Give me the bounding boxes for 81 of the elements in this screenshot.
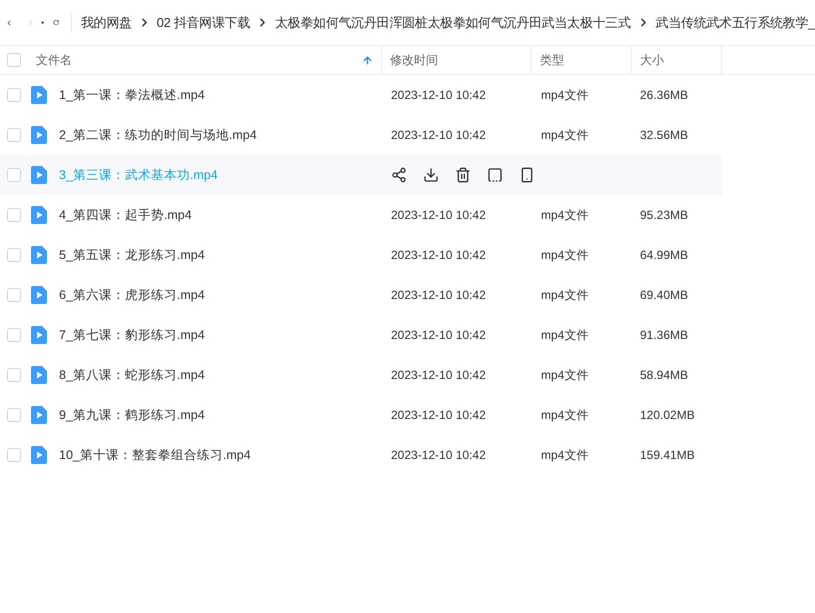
file-size: 120.02MB xyxy=(639,407,696,424)
file-name[interactable]: 10_第十课：整套拳组合练习.mp4 xyxy=(59,446,251,464)
download-icon[interactable] xyxy=(423,167,439,183)
file-name[interactable]: 2_第二课：练功的时间与场地.mp4 xyxy=(59,126,257,144)
share-icon[interactable] xyxy=(391,167,407,183)
file-type: mp4文件 xyxy=(540,407,590,424)
rename-icon[interactable] xyxy=(487,167,503,183)
file-row[interactable]: 5_第五课：龙形练习.mp4 2023-12-10 10:42 mp4文件 64.99MB xyxy=(0,235,722,275)
video-file-icon xyxy=(31,166,47,184)
video-file-icon xyxy=(31,286,47,304)
file-name[interactable]: 8_第八课：蛇形练习.mp4 xyxy=(59,366,205,384)
checkbox[interactable] xyxy=(7,328,21,342)
file-row[interactable]: 9_第九课：鹤形练习.mp4 2023-12-10 10:42 mp4文件 120.02MB xyxy=(0,395,722,435)
checkbox[interactable] xyxy=(7,208,21,222)
file-name[interactable]: 5_第五课：龙形练习.mp4 xyxy=(59,246,205,264)
breadcrumb-link[interactable]: 武当传统武术五行系统教学_ xyxy=(656,12,815,32)
file-type: mp4文件 xyxy=(540,87,590,104)
delete-icon[interactable] xyxy=(455,167,471,183)
file-name[interactable]: 1_第一课：拳法概述.mp4 xyxy=(59,86,205,104)
video-file-icon xyxy=(31,86,47,104)
checkbox[interactable] xyxy=(7,128,21,142)
file-row[interactable]: 6_第六课：虎形练习.mp4 2023-12-10 10:42 mp4文件 69.40MB xyxy=(0,275,722,315)
modified-date: 2023-12-10 10:42 xyxy=(390,207,487,224)
column-header[interactable]: 大小 xyxy=(632,46,722,74)
file-row[interactable]: 10_第十课：整套拳组合练习.mp4 2023-12-10 10:42 mp4文件 159.41MB xyxy=(0,435,722,475)
file-type: mp4文件 xyxy=(540,287,590,304)
phone-icon[interactable] xyxy=(519,167,535,183)
file-size: 58.94MB xyxy=(639,367,690,384)
file-type: mp4文件 xyxy=(540,327,590,344)
file-size: 95.23MB xyxy=(639,207,690,224)
breadcrumb-link[interactable]: 我的网盘 xyxy=(80,12,132,32)
dropdown-icon[interactable] xyxy=(41,20,44,26)
video-file-icon xyxy=(31,126,47,144)
checkbox[interactable] xyxy=(7,288,21,302)
video-file-icon xyxy=(31,366,47,384)
breadcrumb-link[interactable]: 02 抖音网课下载 xyxy=(156,12,250,32)
file-name[interactable]: 7_第七课：豹形练习.mp4 xyxy=(59,326,205,344)
column-header[interactable]: 修改时间 xyxy=(382,46,532,74)
video-file-icon xyxy=(31,406,47,424)
video-file-icon xyxy=(31,246,47,264)
file-name[interactable]: 4_第四课：起手势.mp4 xyxy=(59,206,192,224)
file-name[interactable]: 6_第六课：虎形练习.mp4 xyxy=(59,286,205,304)
video-file-icon xyxy=(31,446,47,464)
modified-date: 2023-12-10 10:42 xyxy=(390,127,487,144)
breadcrumb-link[interactable]: 太极拳如何气沉丹田浑圆桩太极拳如何气沉丹田武当太极十三式 xyxy=(275,12,631,32)
file-type: mp4文件 xyxy=(540,447,590,464)
checkbox[interactable] xyxy=(7,248,21,262)
file-type: mp4文件 xyxy=(540,247,590,264)
file-row[interactable]: 7_第七课：豹形练习.mp4 2023-12-10 10:42 mp4文件 91.36MB xyxy=(0,315,722,355)
video-file-icon xyxy=(31,326,47,344)
checkbox[interactable] xyxy=(7,168,21,182)
checkbox[interactable] xyxy=(7,368,21,382)
file-row[interactable]: 8_第八课：蛇形练习.mp4 2023-12-10 10:42 mp4文件 58.94MB xyxy=(0,355,722,395)
file-size: 26.36MB xyxy=(639,87,690,104)
modified-date: 2023-12-10 10:42 xyxy=(390,247,487,264)
modified-date: 2023-12-10 10:42 xyxy=(390,407,487,424)
modified-date: 2023-12-10 10:42 xyxy=(390,287,487,304)
file-size: 69.40MB xyxy=(639,287,690,304)
column-header[interactable]: 类型 xyxy=(532,46,632,74)
file-type: mp4文件 xyxy=(540,127,590,144)
checkbox[interactable] xyxy=(7,448,21,462)
modified-date: 2023-12-10 10:42 xyxy=(390,87,487,104)
file-type: mp4文件 xyxy=(540,207,590,224)
video-file-icon xyxy=(31,206,47,224)
file-name[interactable]: 9_第九课：鹤形练习.mp4 xyxy=(59,406,205,424)
checkbox[interactable] xyxy=(7,88,21,102)
file-type: mp4文件 xyxy=(540,367,590,384)
file-row[interactable]: 4_第四课：起手势.mp4 2023-12-10 10:42 mp4文件 95.23MB xyxy=(0,195,722,235)
sort-icon xyxy=(362,54,373,66)
checkbox[interactable] xyxy=(7,408,21,422)
modified-date: 2023-12-10 10:42 xyxy=(390,367,487,384)
file-size: 91.36MB xyxy=(639,327,690,344)
file-row[interactable]: 2_第二课：练功的时间与场地.mp4 2023-12-10 10:42 mp4文件 32.56MB xyxy=(0,115,722,155)
file-row[interactable]: 1_第一课：拳法概述.mp4 2023-12-10 10:42 mp4文件 26.36MB xyxy=(0,75,722,115)
column-header[interactable]: 文件名 xyxy=(28,46,382,74)
file-size: 64.99MB xyxy=(639,247,690,264)
file-size: 32.56MB xyxy=(639,127,690,144)
modified-date: 2023-12-10 10:42 xyxy=(390,447,487,464)
file-size: 159.41MB xyxy=(639,447,696,464)
modified-date: 2023-12-10 10:42 xyxy=(390,327,487,344)
checkbox[interactable] xyxy=(7,53,21,67)
